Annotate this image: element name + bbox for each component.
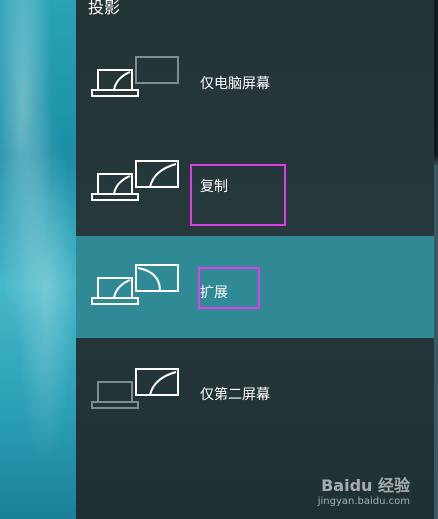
project-panel: 投影 仅电脑屏幕 复制 扩展 仅第二屏幕 Baidu 经验 jingyan.ba…	[76, 0, 434, 519]
option-label: 仅第二屏幕	[200, 387, 270, 403]
extend-highlight-box	[198, 267, 260, 309]
window-edge	[434, 0, 438, 519]
panel-title: 投影	[88, 0, 121, 17]
watermark-brand: Baidu 经验	[321, 476, 410, 495]
option-label: 仅电脑屏幕	[200, 76, 270, 92]
second-screen-only-icon	[91, 368, 179, 409]
option-pc-screen-only[interactable]: 仅电脑屏幕	[76, 32, 434, 134]
duplicate-icon	[91, 160, 179, 201]
watermark-url: jingyan.baidu.com	[317, 496, 410, 507]
duplicate-highlight-box	[190, 164, 286, 226]
desktop-wallpaper	[0, 0, 76, 519]
extend-icon	[91, 264, 179, 305]
pc-screen-only-icon	[91, 56, 179, 97]
option-second-screen-only[interactable]: 仅第二屏幕	[76, 338, 434, 440]
baidu-watermark: Baidu 经验 jingyan.baidu.com	[318, 472, 410, 507]
